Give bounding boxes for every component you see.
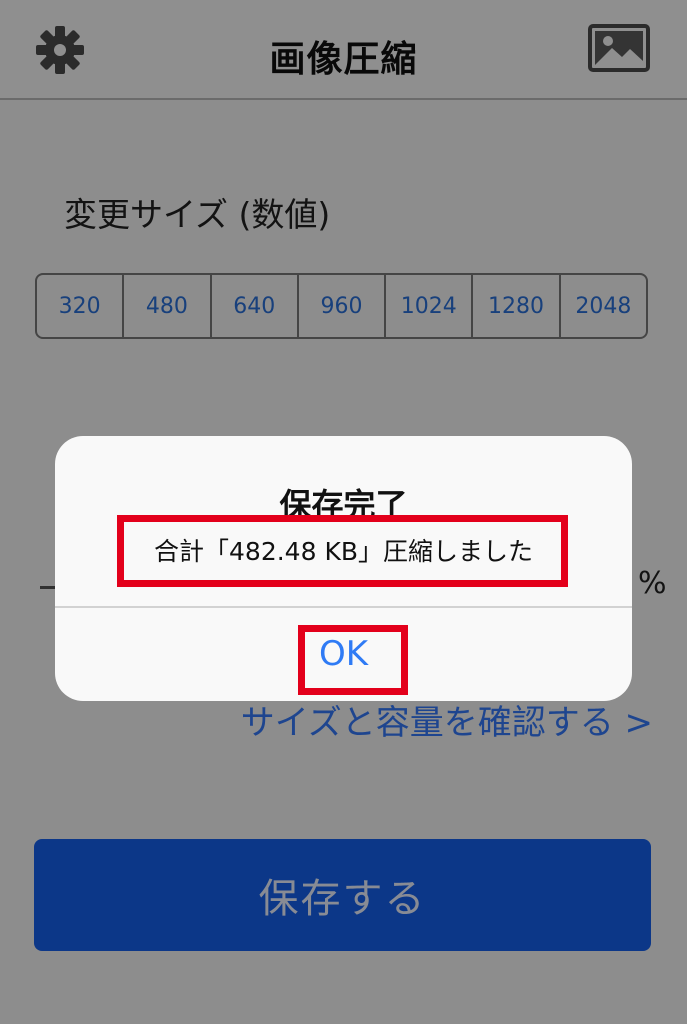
highlight-box-message: [117, 515, 568, 587]
highlight-box-ok: [298, 625, 408, 695]
